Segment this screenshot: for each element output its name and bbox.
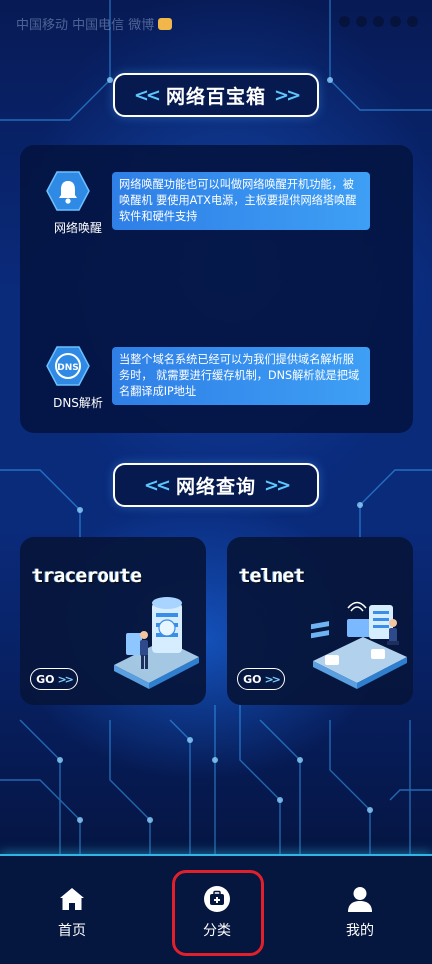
chevrons-right-icon: >> <box>264 672 281 686</box>
chevrons-right-icon: >> <box>264 474 291 496</box>
tool-dns-lookup[interactable]: DNS DNS解析 当整个域名系统已经可以为我们提供域名解析服务时， 就需要进行… <box>20 320 413 410</box>
go-button[interactable]: GO >> <box>30 668 78 690</box>
network-illustration-icon <box>311 601 407 689</box>
dns-icon-text: DNS <box>57 363 79 373</box>
chevrons-left-icon: << <box>143 474 171 496</box>
active-nav-highlight <box>172 870 264 956</box>
tools-card: 网络唤醒 网络唤醒功能也可以叫做网络唤醒开机功能，被唤醒机 要使用ATX电源，主… <box>20 145 413 433</box>
section-title-query: << 网络查询 >> <box>113 463 319 507</box>
section-title-tools: << 网络百宝箱 >> <box>113 73 319 117</box>
status-left: 中国移动 中国电信 微博 <box>16 14 173 33</box>
nav-label: 我的 <box>346 923 374 939</box>
query-card-traceroute[interactable]: traceroute GO >> <box>20 537 206 705</box>
query-card-telnet[interactable]: telnet GO >> <box>227 537 413 705</box>
chevrons-right-icon: >> <box>274 84 301 106</box>
status-bar: 中国移动 中国电信 微博 <box>0 0 432 46</box>
status-right <box>339 16 418 27</box>
tool-wake-on-lan[interactable]: 网络唤醒 网络唤醒功能也可以叫做网络唤醒开机功能，被唤醒机 要使用ATX电源，主… <box>20 145 413 235</box>
query-card-title: traceroute <box>32 565 142 587</box>
status-dot-icon <box>339 16 350 27</box>
section-title-text: 网络百宝箱 <box>165 85 266 108</box>
go-label: GO <box>243 672 262 686</box>
go-button[interactable]: GO >> <box>237 668 285 690</box>
status-carrier-text: 中国移动 中国电信 微博 <box>16 18 155 33</box>
go-label: GO <box>36 672 55 686</box>
status-dot-icon <box>390 16 401 27</box>
bottom-nav: 首页 分类 我的 <box>0 854 432 964</box>
profile-icon <box>348 887 372 912</box>
nav-label: 首页 <box>58 923 86 939</box>
tool-description: 当整个域名系统已经可以为我们提供域名解析服务时， 就需要进行缓存机制，DNS解析… <box>112 347 370 405</box>
section-title-text: 网络查询 <box>175 475 256 498</box>
chevrons-right-icon: >> <box>57 672 74 686</box>
status-dot-icon <box>356 16 367 27</box>
status-dot-icon <box>373 16 384 27</box>
server-illustration-icon <box>114 597 199 689</box>
tool-description: 网络唤醒功能也可以叫做网络唤醒开机功能，被唤醒机 要使用ATX电源，主板要提供网… <box>112 172 370 230</box>
weibo-icon <box>158 17 173 30</box>
chevrons-left-icon: << <box>133 84 161 106</box>
query-card-title: telnet <box>239 565 305 587</box>
nav-item-profile[interactable]: 我的 <box>320 884 400 940</box>
dns-icon: DNS <box>46 346 90 386</box>
nav-item-home[interactable]: 首页 <box>32 884 112 940</box>
status-dot-icon <box>407 16 418 27</box>
home-icon <box>60 888 84 910</box>
bell-icon <box>46 171 90 211</box>
